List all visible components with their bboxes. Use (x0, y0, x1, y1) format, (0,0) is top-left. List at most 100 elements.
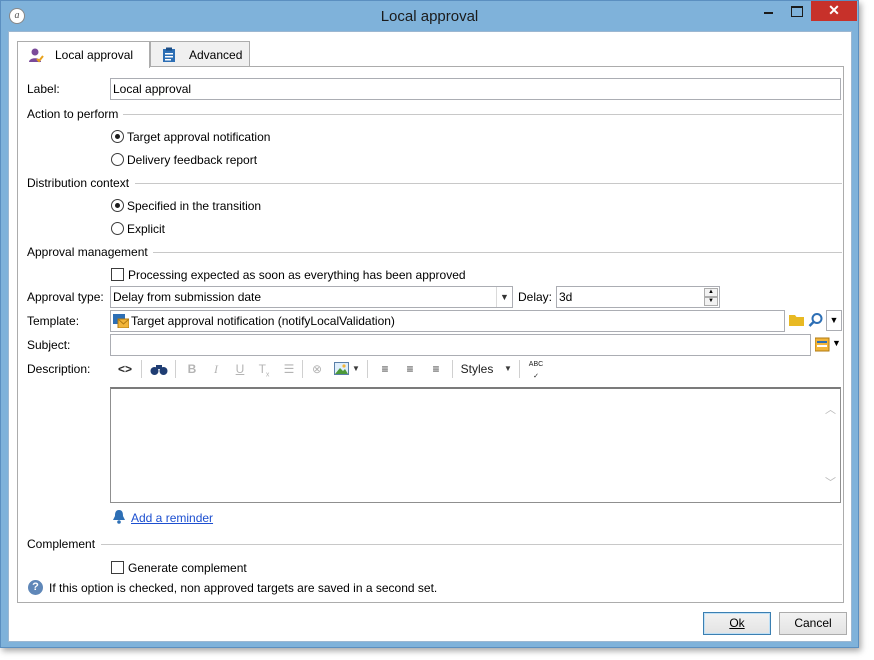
tab-advanced[interactable]: Advanced (150, 41, 250, 67)
user-approval-icon (28, 47, 44, 63)
subject-input[interactable] (110, 334, 811, 356)
description-caption: Description: (27, 362, 91, 376)
spin-up-icon[interactable]: ▲ (704, 288, 718, 297)
radio-indicator (111, 199, 124, 212)
tab-local-approval[interactable]: Local approval (17, 41, 150, 68)
delay-input[interactable]: 3d ▲ ▼ (556, 286, 720, 308)
action-section-header: Action to perform (27, 107, 842, 121)
bell-icon (111, 509, 127, 525)
find-icon[interactable] (148, 359, 170, 379)
email-template-icon (113, 314, 130, 329)
spellcheck-label: ABC (528, 361, 544, 368)
radio-specified-in-transition[interactable]: Specified in the transition (111, 198, 311, 214)
toolbar-separator (141, 360, 142, 378)
source-code-icon[interactable]: <> (114, 359, 136, 379)
approval-type-select[interactable]: Delay from submission date ▼ (110, 286, 513, 308)
radio-target-approval[interactable]: Target approval notification (111, 129, 311, 145)
scroll-down-icon[interactable]: ﹀ (825, 474, 836, 490)
delay-value: 3d (559, 290, 573, 304)
toolbar-separator (175, 360, 176, 378)
tab-panel: Label: Local approval Action to perform … (17, 66, 844, 603)
toolbar-separator (519, 360, 520, 378)
divider (123, 114, 842, 115)
cancel-button[interactable]: Cancel (779, 612, 847, 635)
context-section-header: Distribution context (27, 176, 842, 190)
minimize-button[interactable] (755, 1, 781, 22)
help-icon: ? (28, 580, 43, 595)
scroll-up-icon[interactable]: ︿ (825, 401, 836, 417)
approval-section-header: Approval management (27, 245, 842, 259)
radio-label: Target approval notification (127, 130, 271, 144)
generate-complement-checkbox[interactable]: Generate complement (111, 560, 311, 576)
window-title: Local approval (380, 8, 479, 25)
divider (135, 183, 842, 184)
template-value: Target approval notification (notifyLoca… (131, 314, 395, 328)
delay-spinner[interactable]: ▲ ▼ (704, 288, 718, 306)
radio-explicit[interactable]: Explicit (111, 221, 311, 237)
align-center-icon[interactable]: ≡ (401, 359, 419, 379)
chevron-down-icon[interactable]: ▼ (832, 338, 841, 348)
template-caption: Template: (27, 314, 80, 328)
italic-button[interactable]: I (208, 359, 224, 379)
folder-icon[interactable] (789, 313, 805, 327)
complement-section-header: Complement (27, 537, 842, 551)
title-bar[interactable]: a Local approval ✕ (1, 1, 858, 31)
align-left-icon[interactable]: ≡ (376, 359, 394, 379)
image-icon[interactable] (332, 359, 350, 379)
cancel-button-label: Cancel (794, 616, 832, 630)
template-dropdown-button[interactable]: ▼ (826, 310, 842, 331)
toolbar-separator (302, 360, 303, 378)
underline-button[interactable]: U (232, 359, 248, 379)
radio-label: Delivery feedback report (127, 153, 258, 167)
toolbar-separator (367, 360, 368, 378)
clipboard-icon (161, 47, 177, 63)
label-caption: Label: (27, 82, 60, 96)
approval-type-value: Delay from submission date (113, 290, 262, 304)
spin-down-icon[interactable]: ▼ (704, 297, 718, 306)
label-input[interactable]: Local approval (110, 78, 841, 100)
chevron-down-icon[interactable]: ▼ (351, 359, 361, 379)
complement-section-title: Complement (27, 537, 99, 551)
chevron-down-icon[interactable]: ▼ (496, 287, 512, 307)
bold-button[interactable]: B (184, 359, 200, 379)
toolbar-separator (452, 360, 453, 378)
checkbox-label: Generate complement (128, 561, 247, 575)
ok-button[interactable]: Ok (703, 612, 771, 635)
spellcheck-icon[interactable]: ABC ✓ (526, 359, 546, 380)
close-button[interactable]: ✕ (811, 1, 857, 21)
description-editor[interactable]: ︿ ﹀ (110, 387, 841, 503)
context-section-title: Distribution context (27, 176, 133, 190)
align-right-icon[interactable]: ≡ (427, 359, 445, 379)
approval-section-title: Approval management (27, 245, 151, 259)
radio-label: Specified in the transition (127, 199, 262, 213)
checkbox-label: Processing expected as soon as everythin… (128, 268, 466, 282)
checkbox-indicator (111, 561, 124, 574)
chevron-down-icon[interactable]: ▼ (503, 359, 513, 379)
tab-local-approval-label: Local approval (55, 48, 134, 62)
personalization-icon[interactable] (814, 337, 830, 352)
bullet-list-icon[interactable]: ☰ (280, 359, 298, 379)
tab-advanced-label: Advanced (189, 48, 243, 62)
link-icon[interactable]: ⊗ (308, 359, 326, 379)
maximize-button[interactable] (783, 1, 809, 22)
approval-type-caption: Approval type: (27, 290, 104, 304)
radio-label: Explicit (127, 222, 166, 236)
divider (153, 252, 842, 253)
help-text: If this option is checked, non approved … (49, 581, 438, 595)
ok-button-label: Ok (729, 616, 745, 630)
dialog-window: a Local approval ✕ Local approval Advanc… (0, 0, 859, 648)
delay-caption: Delay: (518, 290, 553, 304)
subject-caption: Subject: (27, 338, 71, 352)
search-icon[interactable] (808, 312, 824, 328)
dialog-body: Local approval Advanced Label: Local app… (8, 31, 852, 642)
radio-delivery-feedback[interactable]: Delivery feedback report (111, 152, 311, 168)
styles-dropdown[interactable]: Styles (459, 359, 495, 379)
radio-indicator (111, 130, 124, 143)
action-section-title: Action to perform (27, 107, 122, 121)
template-input[interactable]: Target approval notification (notifyLoca… (110, 310, 785, 332)
radio-indicator (111, 222, 124, 235)
add-reminder-link[interactable]: Add a reminder (131, 511, 213, 525)
processing-expected-checkbox[interactable]: Processing expected as soon as everythin… (111, 267, 471, 283)
editor-toolbar: <> B I U Tx ☰ ⊗ ▼ ≡ ≡ ≡ Styles ▼ ABC ✓ (110, 357, 841, 381)
clear-format-icon[interactable]: Tx (255, 359, 273, 379)
